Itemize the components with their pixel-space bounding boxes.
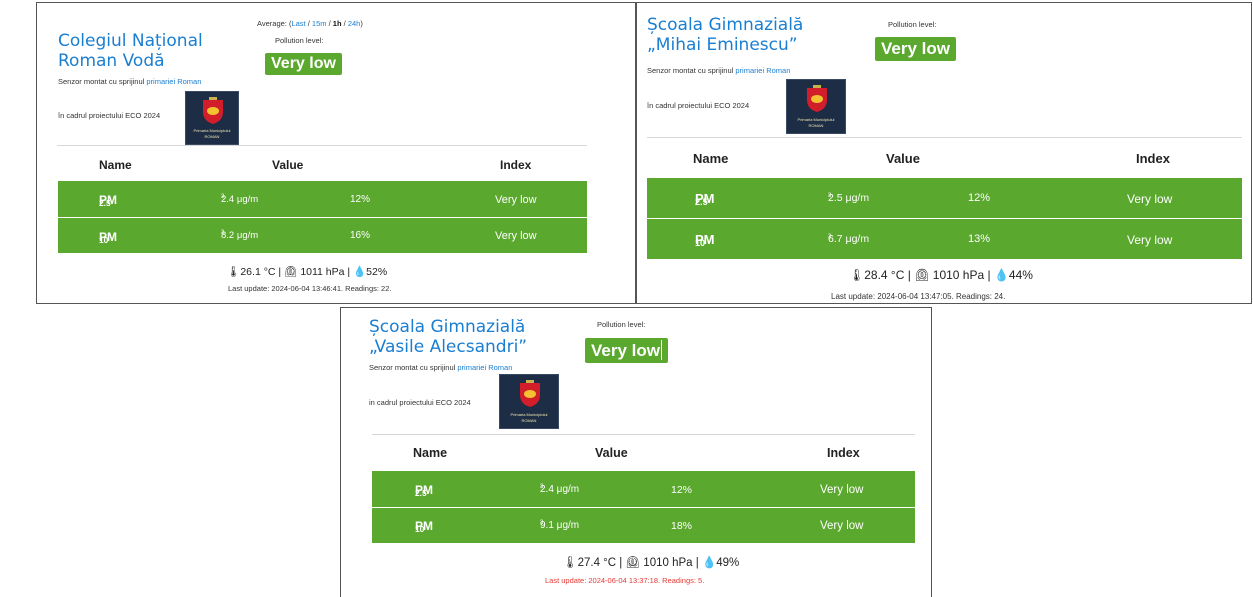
sensor-card-vasile-alecsandri: Școala Gimnazială „Vasile Alecsandri” Se…: [340, 307, 932, 597]
divider: [57, 145, 587, 146]
column-header-name: Name: [413, 446, 448, 460]
pm10-index: Very low: [820, 520, 864, 532]
text-cursor: [660, 340, 662, 360]
table-row-pm10: PM 10 8.2 μg/m 3 16% Very low: [58, 218, 587, 253]
pm25-label: PM 2.5: [695, 191, 715, 207]
thermometer-icon: 🌡: [563, 557, 578, 569]
avg-24h-option[interactable]: 24h: [348, 19, 361, 28]
avg-1h-option[interactable]: 1h: [333, 19, 342, 28]
column-header-name: Name: [99, 158, 132, 172]
thermometer-icon: 🌡: [227, 266, 241, 278]
divider: [372, 434, 915, 435]
pm25-percent: 12%: [671, 484, 693, 496]
pm10-value: 9.1 μg/m 3: [540, 520, 580, 531]
pm10-label: PM 10: [99, 230, 117, 245]
avg-15m-option[interactable]: 15m: [312, 19, 327, 28]
sensor-card-mihai-eminescu: Școala Gimnazială „Mihai Eminescu” Senzo…: [636, 2, 1252, 304]
pm25-index: Very low: [1127, 192, 1173, 206]
environment-readings: 🌡28.4 °C | ⏲ 1010 hPa | 💧44%: [849, 268, 1033, 282]
pm25-percent: 12%: [968, 192, 991, 204]
station-title: Colegiul Național Roman Vodă: [58, 31, 203, 71]
project-note: în cadrul proiectului ECO 2024: [58, 111, 161, 120]
pm25-value: 2.4 μg/m 3: [540, 484, 580, 495]
column-header-value: Value: [272, 158, 304, 172]
pm10-label: PM 10: [695, 232, 715, 248]
sponsor-note: Senzor montat cu sprijinul primariei Rom…: [647, 66, 791, 75]
column-header-index: Index: [500, 158, 532, 172]
column-header-name: Name: [693, 151, 729, 166]
pressure-gauge-icon: ⏲: [625, 557, 641, 569]
humidity-drop-icon: 💧: [993, 268, 1009, 282]
pollution-level-badge: Very low: [585, 338, 668, 363]
pm10-percent: 18%: [671, 520, 693, 532]
pm25-label: PM 2.5: [415, 483, 433, 498]
pm10-percent: 16%: [350, 230, 371, 241]
pressure-gauge-icon: ⏲: [914, 268, 930, 282]
average-selector: Average: (Last / 15m / 1h / 24h): [257, 19, 363, 28]
sponsor-note: Senzor montat cu sprijinul primariei Rom…: [369, 363, 513, 372]
primaria-roman-link[interactable]: primariei Roman: [735, 66, 790, 75]
last-update-status: Last update: 2024-06-04 13:47:05. Readin…: [831, 292, 1006, 301]
primaria-roman-logo: Primaria Municipiului ROMAN: [786, 79, 846, 134]
project-note: în cadrul proiectului ECO 2024: [647, 101, 750, 110]
column-header-index: Index: [1136, 151, 1170, 166]
pollution-level-label: Pollution level:: [275, 36, 324, 45]
humidity-drop-icon: 💧: [701, 557, 717, 569]
primaria-roman-logo: Primaria Municipiului ROMAN: [185, 91, 239, 145]
pressure-gauge-icon: ⏲: [284, 266, 298, 278]
column-header-value: Value: [595, 446, 628, 460]
last-update-status: Last update: 2024-06-04 13:46:41. Readin…: [228, 284, 392, 293]
divider: [647, 137, 1242, 138]
station-title: Școala Gimnazială „Vasile Alecsandri”: [369, 317, 528, 357]
pm10-index: Very low: [495, 230, 537, 242]
table-row-pm10: PM 10 6.7 μg/m 3 13% Very low: [647, 219, 1242, 259]
pm10-index: Very low: [1127, 233, 1173, 247]
pm25-percent: 12%: [350, 194, 371, 205]
humidity-drop-icon: 💧: [353, 266, 367, 278]
environment-readings: 🌡27.4 °C | ⏲ 1010 hPa | 💧49%: [563, 557, 740, 569]
sponsor-note: Senzor montat cu sprijinul primariei Rom…: [58, 77, 202, 86]
primaria-roman-link[interactable]: primariei Roman: [146, 77, 201, 86]
pm10-value: 6.7 μg/m 3: [828, 233, 870, 245]
pm25-index: Very low: [820, 484, 864, 496]
project-note: in cadrul proiectului ECO 2024: [369, 398, 471, 407]
column-header-index: Index: [827, 446, 860, 460]
thermometer-icon: 🌡: [849, 268, 865, 282]
pm25-value: 2.5 μg/m 3: [828, 192, 870, 204]
primaria-roman-logo: Primaria Municipiului ROMAN: [499, 374, 559, 429]
pollution-level-label: Pollution level:: [888, 20, 937, 29]
table-row-pm10: PM 10 9.1 μg/m 3 18% Very low: [372, 508, 915, 543]
pollution-level-badge: Very low: [265, 53, 342, 75]
pollution-level-badge: Very low: [875, 37, 956, 61]
pm10-label: PM 10: [415, 519, 433, 534]
pm25-value: 2.4 μg/m 3: [221, 194, 259, 205]
sensor-card-colegiul-roman-voda: Colegiul Național Roman Vodă Senzor mont…: [36, 2, 636, 304]
pm10-percent: 13%: [968, 233, 991, 245]
last-update-status: Last update: 2024-06-04 13:37:18. Readin…: [545, 576, 705, 585]
pollution-level-label: Pollution level:: [597, 320, 646, 329]
table-row-pm25: PM 2.5 2.4 μg/m 3 12% Very low: [58, 181, 587, 217]
pm25-label: PM 2.5: [99, 193, 117, 208]
primaria-roman-link[interactable]: primariei Roman: [457, 363, 512, 372]
column-header-value: Value: [886, 151, 920, 166]
environment-readings: 🌡26.1 °C | ⏲ 1011 hPa | 💧52%: [227, 266, 388, 278]
avg-last-option[interactable]: Last: [291, 19, 305, 28]
station-title: Școala Gimnazială „Mihai Eminescu”: [647, 15, 804, 55]
pm10-value: 8.2 μg/m 3: [221, 230, 259, 241]
pm25-index: Very low: [495, 194, 537, 206]
table-row-pm25: PM 2.5 2.5 μg/m 3 12% Very low: [647, 178, 1242, 218]
table-row-pm25: PM 2.5 2.4 μg/m 3 12% Very low: [372, 471, 915, 507]
